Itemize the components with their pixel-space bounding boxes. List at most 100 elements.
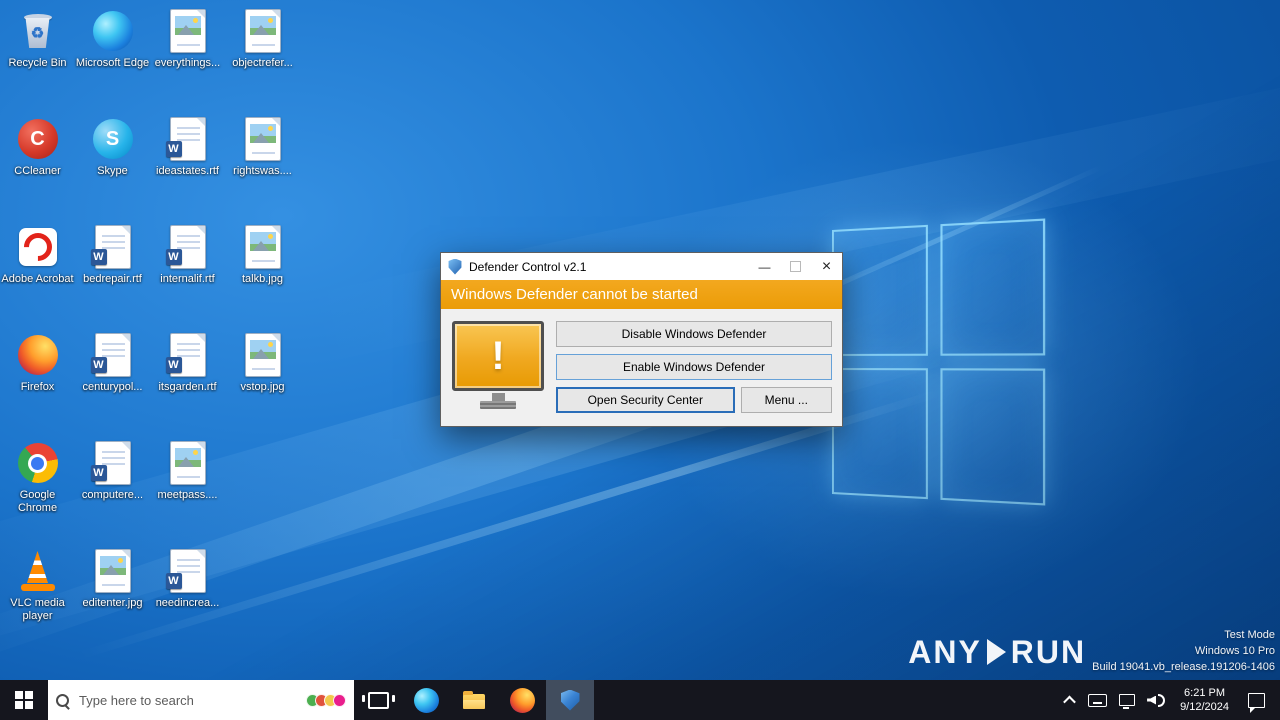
desktop-icon-label: Microsoft Edge xyxy=(75,57,150,69)
dialog-body: ! Disable Windows Defender Enable Window… xyxy=(441,309,842,426)
desktop-icon-file-internalif[interactable]: Winternalif.rtf xyxy=(150,224,225,286)
desktop-icon-file-ideastates[interactable]: Wideastates.rtf xyxy=(150,116,225,178)
tray-icons xyxy=(1056,680,1171,720)
desktop-icon-label: Adobe Acrobat xyxy=(1,273,74,285)
desktop-icon-file-everythings[interactable]: everythings... xyxy=(150,8,225,70)
windows-start-icon xyxy=(15,691,33,709)
taskbar: 6:21 PM 9/12/2024 xyxy=(0,680,1280,720)
monitor-stand-base xyxy=(480,401,516,409)
desktop-icon-file-needincrea[interactable]: Wneedincrea... xyxy=(150,548,225,610)
start-button[interactable] xyxy=(0,680,48,720)
desktop-icon-vlc-media-player[interactable]: VLC media player xyxy=(0,548,75,623)
warning-banner: Windows Defender cannot be started xyxy=(441,280,842,309)
maximize-icon xyxy=(790,261,801,272)
touch-keyboard-icon xyxy=(1088,693,1108,707)
enable-defender-button[interactable]: Enable Windows Defender xyxy=(556,354,832,380)
chevron-up-icon xyxy=(1062,695,1076,708)
desktop-icon-file-itsgarden[interactable]: Witsgarden.rtf xyxy=(150,332,225,394)
desktop-icon-label: ideastates.rtf xyxy=(156,165,219,177)
desktop-icon-label: Firefox xyxy=(20,381,55,393)
search-icon xyxy=(56,693,69,707)
network-icon xyxy=(1119,694,1136,709)
desktop-icon-label: talkb.jpg xyxy=(242,273,283,285)
search-input[interactable] xyxy=(77,691,302,709)
desktop-icon-label: editenter.jpg xyxy=(82,597,143,609)
close-button[interactable]: × xyxy=(811,253,842,280)
desktop-icon-file-talkb[interactable]: talkb.jpg xyxy=(225,224,300,286)
news-and-interests-icon[interactable] xyxy=(306,693,346,707)
file-meetpass-icon xyxy=(166,440,210,486)
desktop-icon-label: bedrepair.rtf xyxy=(83,273,142,285)
desktop-icon-label: itsgarden.rtf xyxy=(158,381,217,393)
taskbar-firefox[interactable] xyxy=(498,680,546,720)
desktop-icon-adobe-acrobat[interactable]: Adobe Acrobat xyxy=(0,224,75,286)
desktop-icon-skype[interactable]: S Skype xyxy=(75,116,150,178)
desktop-icon-label: everythings... xyxy=(154,57,221,69)
file-needincrea-icon: W xyxy=(165,548,210,594)
desktop-icon-file-computere[interactable]: Wcomputere... xyxy=(75,440,150,502)
recycle-bin-icon: ♻ xyxy=(16,8,60,54)
desktop-icon-file-vstop[interactable]: vstop.jpg xyxy=(225,332,300,394)
vlc-media-player-icon xyxy=(16,548,60,594)
file-itsgarden-icon: W xyxy=(165,332,210,378)
notification-icon xyxy=(1247,692,1265,713)
warning-monitor-icon: ! xyxy=(452,321,544,413)
desktop-icon-ccleaner[interactable]: C CCleaner xyxy=(0,116,75,178)
tray-chevron-up[interactable] xyxy=(1056,680,1082,720)
taskbar-file-explorer[interactable] xyxy=(450,680,498,720)
microsoft-edge-icon xyxy=(413,687,439,713)
dialog-titlebar[interactable]: Defender Control v2.1 — × xyxy=(441,253,842,280)
desktop-icon-microsoft-edge[interactable]: Microsoft Edge xyxy=(75,8,150,70)
menu-button[interactable]: Menu ... xyxy=(740,387,832,413)
tray-network[interactable] xyxy=(1113,680,1141,720)
taskbar-clock[interactable]: 6:21 PM 9/12/2024 xyxy=(1171,686,1238,715)
desktop-icon-label: Google Chrome xyxy=(17,489,58,515)
file-everythings-icon xyxy=(166,8,210,54)
file-objectrefer-icon xyxy=(241,8,285,54)
test-mode-label: Test Mode xyxy=(1224,629,1275,642)
anyrun-logo-right: RUN xyxy=(1010,633,1087,670)
desktop-icon-file-rightswas[interactable]: rightswas.... xyxy=(225,116,300,178)
desktop-icon-label: centurypol... xyxy=(82,381,143,393)
desktop-icon-label: meetpass.... xyxy=(157,489,218,501)
desktop-icon-label: VLC media player xyxy=(10,597,65,623)
taskbar-microsoft-edge[interactable] xyxy=(402,680,450,720)
taskbar-search[interactable] xyxy=(48,680,354,720)
volume-icon xyxy=(1147,693,1166,707)
open-security-center-button[interactable]: Open Security Center xyxy=(556,387,735,413)
file-computere-icon: W xyxy=(90,440,135,486)
desktop-icon-label: Recycle Bin xyxy=(8,57,67,69)
desktop-icon-file-objectrefer[interactable]: objectrefer... xyxy=(225,8,300,70)
system-info-lines: Test Mode Windows 10 Pro Build 19041.vb_… xyxy=(1092,628,1275,676)
firefox-icon xyxy=(16,332,60,378)
desktop-icon-file-centurypol[interactable]: Wcenturypol... xyxy=(75,332,150,394)
file-rightswas-icon xyxy=(241,116,285,162)
desktop-icon-file-editenter[interactable]: editenter.jpg xyxy=(75,548,150,610)
tray-volume[interactable] xyxy=(1141,680,1171,720)
desktop-icon-recycle-bin[interactable]: ♻ Recycle Bin xyxy=(0,8,75,70)
maximize-button[interactable] xyxy=(780,253,811,280)
exclamation-icon: ! xyxy=(491,334,505,378)
taskbar-defender-control[interactable] xyxy=(546,680,594,720)
ccleaner-icon: C xyxy=(16,116,60,162)
file-bedrepair-icon: W xyxy=(90,224,135,270)
desktop-icon-label: computere... xyxy=(81,489,144,501)
desktop-icon-label: needincrea... xyxy=(155,597,220,609)
disable-defender-button[interactable]: Disable Windows Defender xyxy=(556,321,832,347)
google-chrome-icon xyxy=(16,440,60,486)
anyrun-watermark: ANY RUN Test Mode Windows 10 Pro Build 1… xyxy=(908,628,1275,676)
action-center-button[interactable] xyxy=(1238,692,1274,713)
tray-touch-keyboard[interactable] xyxy=(1082,680,1113,720)
desktop-icon-firefox[interactable]: Firefox xyxy=(0,332,75,394)
desktop-icon-file-meetpass[interactable]: meetpass.... xyxy=(150,440,225,502)
window-controls: — × xyxy=(749,253,842,280)
desktop-icon-label: rightswas.... xyxy=(233,165,292,177)
desktop-icon-google-chrome[interactable]: Google Chrome xyxy=(0,440,75,515)
file-internalif-icon: W xyxy=(165,224,210,270)
skype-icon: S xyxy=(91,116,135,162)
desktop-icon-file-bedrepair[interactable]: Wbedrepair.rtf xyxy=(75,224,150,286)
clock-date: 9/12/2024 xyxy=(1180,701,1229,713)
task-view-icon xyxy=(361,691,395,709)
minimize-button[interactable]: — xyxy=(749,253,780,280)
taskbar-task-view[interactable] xyxy=(354,680,402,720)
